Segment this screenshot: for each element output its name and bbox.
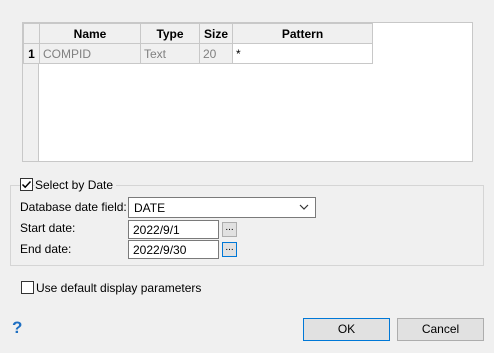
table-row[interactable]: 1 COMPID Text 20 * (23, 43, 373, 64)
use-default-display-checkbox[interactable] (21, 281, 34, 294)
cell-size: 20 (199, 43, 233, 64)
column-header-name[interactable]: Name (39, 23, 141, 44)
end-date-browse-button[interactable]: ... (222, 242, 237, 257)
start-date-value: 2022/9/1 (133, 223, 180, 237)
cell-name: COMPID (39, 43, 141, 64)
end-date-label: End date: (20, 242, 72, 256)
start-date-input[interactable]: 2022/9/1 (128, 220, 219, 239)
checkmark-icon (21, 180, 32, 189)
start-date-browse-button[interactable]: ... (222, 222, 237, 237)
grid-corner (23, 23, 40, 44)
column-header-pattern[interactable]: Pattern (232, 23, 373, 44)
start-date-label: Start date: (20, 221, 76, 235)
help-icon[interactable]: ? (12, 318, 22, 338)
column-header-size[interactable]: Size (199, 23, 233, 44)
database-date-field-select[interactable]: DATE (128, 197, 316, 218)
end-date-value: 2022/9/30 (133, 243, 187, 257)
column-header-type[interactable]: Type (140, 23, 200, 44)
row-number[interactable]: 1 (23, 43, 40, 64)
end-date-input[interactable]: 2022/9/30 (128, 240, 219, 259)
use-default-display-label[interactable]: Use default display parameters (36, 281, 201, 295)
select-by-date-label[interactable]: Select by Date (35, 178, 117, 192)
select-by-date-checkbox[interactable] (20, 178, 33, 191)
fields-grid[interactable]: Name Type Size Pattern 1 COMPID Text 20 … (22, 22, 473, 162)
fields-table: Name Type Size Pattern 1 COMPID Text 20 … (23, 23, 373, 64)
cancel-button[interactable]: Cancel (397, 318, 484, 341)
database-date-field-label: Database date field: (20, 200, 127, 214)
database-date-field-value: DATE (134, 201, 166, 215)
ok-button[interactable]: OK (303, 318, 390, 341)
cell-type: Text (140, 43, 200, 64)
cell-pattern[interactable]: * (232, 43, 373, 64)
chevron-down-icon (299, 204, 309, 210)
